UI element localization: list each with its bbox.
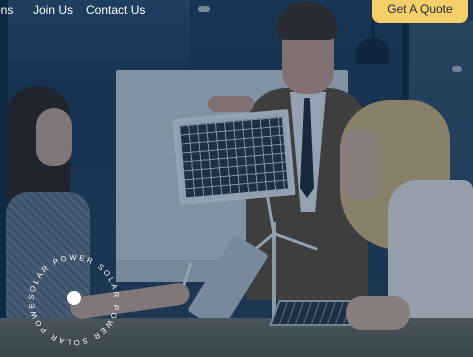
solar-power-badge: SOLAR POWER SOLAR POWER SOLAR POWER	[22, 248, 119, 347]
top-navigation: ons Join Us Contact Us Get A Quote	[0, 0, 473, 23]
nav-link-join-us[interactable]: Join Us	[33, 3, 73, 17]
badge-center-dot	[67, 291, 81, 305]
nav-link-contact-us[interactable]: Contact Us	[86, 3, 145, 17]
nav-link-solutions[interactable]: ons	[0, 3, 13, 17]
get-a-quote-button[interactable]: Get A Quote	[372, 0, 468, 23]
